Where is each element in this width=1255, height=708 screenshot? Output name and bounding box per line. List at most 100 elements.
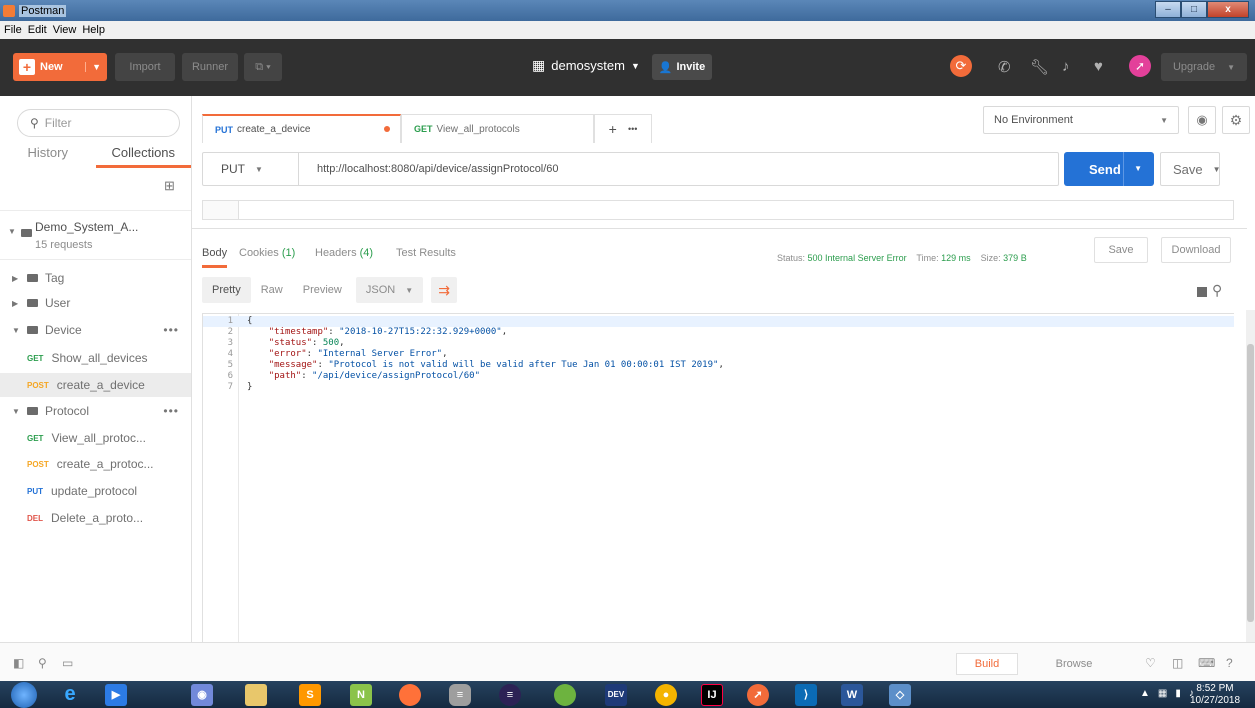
bell-icon[interactable]: ♪ bbox=[1062, 58, 1070, 75]
console-icon[interactable]: ▭ bbox=[62, 656, 73, 670]
new-tab-button[interactable]: + ••• bbox=[594, 114, 652, 143]
tab-view-all-protocols[interactable]: GET View_all_protocols bbox=[401, 114, 594, 143]
sidebar-folder-tag[interactable]: ▶ Tag bbox=[0, 266, 191, 290]
minimize-button[interactable]: – bbox=[1155, 1, 1181, 18]
taskbar-spring-tools[interactable] bbox=[545, 682, 585, 707]
new-window-button[interactable]: ⧉ ▾ bbox=[244, 53, 282, 81]
sidebar-request[interactable]: PUT update_protocol bbox=[0, 479, 191, 503]
taskbar-firefox[interactable] bbox=[390, 682, 430, 707]
start-button[interactable] bbox=[4, 681, 44, 708]
sidebar-folder-device[interactable]: ▼ Device ••• bbox=[0, 318, 191, 342]
new-dropdown-icon[interactable]: ▼ bbox=[85, 62, 101, 72]
menu-file[interactable]: File bbox=[4, 24, 22, 36]
menu-view[interactable]: View bbox=[53, 24, 77, 36]
send-dropdown-icon[interactable]: ▼ bbox=[1123, 152, 1142, 186]
new-collection-icon[interactable]: ⊞ bbox=[164, 178, 175, 194]
view-raw[interactable]: Raw bbox=[251, 277, 293, 303]
browse-button[interactable]: Browse bbox=[1043, 653, 1105, 675]
runner-button[interactable]: Runner bbox=[182, 53, 238, 81]
save-button[interactable]: Save ▼ bbox=[1160, 152, 1221, 186]
response-body[interactable]: 1 { 2 "timestamp": "2018-10-27T15:22:32.… bbox=[202, 313, 1234, 642]
taskbar-intellij[interactable]: IJ bbox=[692, 682, 732, 707]
taskbar-postman[interactable]: ➚ bbox=[738, 682, 778, 707]
taskbar-notepad-plus[interactable]: N bbox=[341, 682, 381, 707]
taskbar-database[interactable]: ≡ bbox=[440, 682, 480, 707]
import-button[interactable]: Import bbox=[115, 53, 175, 81]
view-preview[interactable]: Preview bbox=[293, 277, 352, 303]
taskbar-word[interactable]: W bbox=[832, 682, 872, 707]
eye-icon[interactable]: ◉ bbox=[1188, 106, 1216, 134]
two-pane-icon[interactable]: ◫ bbox=[1172, 656, 1183, 670]
tab-headers[interactable]: Headers (4) bbox=[315, 247, 373, 259]
download-button[interactable]: Download bbox=[1161, 237, 1231, 263]
taskbar-clock[interactable]: 8:52 PM 10/27/2018 bbox=[1187, 683, 1243, 707]
maximize-button[interactable]: □ bbox=[1181, 1, 1207, 18]
more-options-icon[interactable]: ••• bbox=[163, 323, 179, 337]
sidebar-request[interactable]: POST create_a_protoc... bbox=[0, 452, 191, 476]
taskbar-discord[interactable]: ◉ bbox=[182, 682, 222, 707]
copy-icon[interactable] bbox=[1197, 287, 1207, 297]
invite-button[interactable]: 👤 Invite bbox=[652, 54, 712, 80]
send-button[interactable]: Send ▼ bbox=[1064, 152, 1154, 186]
taskbar-sublime[interactable]: S bbox=[290, 682, 330, 707]
format-select[interactable]: JSON ▼ bbox=[355, 277, 424, 303]
sync-icon[interactable]: ⟳ bbox=[950, 55, 972, 77]
save-response-button[interactable]: Save bbox=[1094, 237, 1148, 263]
heart-icon[interactable]: ♥ bbox=[1094, 58, 1103, 75]
satellite-icon[interactable]: ✆ bbox=[998, 58, 1011, 76]
url-input[interactable]: http://localhost:8080/api/device/assignP… bbox=[299, 163, 559, 175]
taskbar-virtualbox[interactable]: ◇ bbox=[880, 682, 920, 707]
taskbar-internet-explorer[interactable]: e bbox=[50, 682, 90, 707]
chevron-down-icon[interactable]: ▼ bbox=[8, 227, 16, 236]
gear-icon[interactable]: ⚙ bbox=[1222, 106, 1250, 134]
taskbar-chrome[interactable]: ● bbox=[646, 682, 686, 707]
collection-demo-system[interactable]: ▼ Demo_System_A... 15 requests bbox=[0, 210, 191, 260]
request-params-area[interactable] bbox=[202, 200, 1234, 220]
sidebar-request[interactable]: GET View_all_protoc... bbox=[0, 426, 191, 450]
sidebar-folder-user[interactable]: ▶ User bbox=[0, 291, 191, 315]
more-options-icon[interactable]: ••• bbox=[163, 404, 179, 418]
help-icon[interactable]: ? bbox=[1226, 656, 1233, 670]
network-icon[interactable]: ▦ bbox=[1158, 688, 1167, 699]
sidebar-folder-protocol[interactable]: ▼ Protocol ••• bbox=[0, 399, 191, 423]
tray-expand-icon[interactable]: ▲ bbox=[1140, 688, 1150, 699]
wrap-lines-icon[interactable]: ⇉ bbox=[431, 277, 458, 303]
save-dropdown-icon[interactable]: ▼ bbox=[1213, 165, 1221, 174]
filter-input[interactable]: ⚲ Filter bbox=[17, 109, 180, 137]
view-pretty[interactable]: Pretty bbox=[202, 277, 251, 303]
tab-cookies[interactable]: Cookies (1) bbox=[239, 247, 295, 259]
find-icon[interactable]: ⚲ bbox=[38, 656, 47, 670]
taskbar-devcpp[interactable]: DEV bbox=[596, 682, 636, 707]
taskbar-eclipse[interactable]: ≡ bbox=[490, 682, 530, 707]
taskbar-file-explorer[interactable] bbox=[236, 682, 276, 707]
battery-icon[interactable]: ▮ bbox=[1175, 688, 1181, 699]
keyboard-shortcuts-icon[interactable]: ⌨ bbox=[1198, 656, 1215, 670]
wrench-icon[interactable]: 🔧︎ bbox=[1030, 58, 1049, 76]
close-button[interactable]: x bbox=[1207, 1, 1249, 18]
tab-history[interactable]: History bbox=[0, 142, 96, 168]
tab-create-a-device[interactable]: PUT create_a_device bbox=[202, 114, 401, 143]
search-icon[interactable]: ⚲ bbox=[1212, 282, 1222, 299]
rocket-icon[interactable]: ➚ bbox=[1129, 55, 1151, 77]
upgrade-button[interactable]: Upgrade ▼ bbox=[1161, 53, 1247, 81]
sidebar-request[interactable]: GET Show_all_devices bbox=[0, 346, 191, 370]
sidebar-request[interactable]: DEL Delete_a_proto... bbox=[0, 506, 191, 530]
bootcamp-icon[interactable]: ♡ bbox=[1145, 656, 1156, 670]
tab-test-results[interactable]: Test Results bbox=[396, 247, 456, 259]
build-button[interactable]: Build bbox=[956, 653, 1018, 675]
environment-select[interactable]: No Environment ▼ bbox=[983, 106, 1179, 134]
plus-icon[interactable]: + bbox=[609, 121, 617, 137]
taskbar-vscode[interactable]: ⟩ bbox=[786, 682, 826, 707]
scrollbar-thumb[interactable] bbox=[1247, 344, 1254, 622]
more-tabs-icon[interactable]: ••• bbox=[628, 124, 637, 134]
tab-collections[interactable]: Collections bbox=[95, 142, 191, 168]
taskbar-media-player[interactable]: ▶ bbox=[96, 682, 136, 707]
menu-help[interactable]: Help bbox=[82, 24, 105, 36]
toggle-sidebar-icon[interactable]: ◧ bbox=[13, 656, 24, 670]
menu-edit[interactable]: Edit bbox=[28, 24, 47, 36]
workspace-selector[interactable]: ▦ demosystem ▼ bbox=[532, 57, 640, 74]
sidebar-request[interactable]: POST create_a_device bbox=[0, 373, 191, 397]
tab-body[interactable]: Body bbox=[202, 247, 228, 268]
new-button[interactable]: + New ▼ bbox=[13, 53, 107, 81]
method-select[interactable]: PUT ▼ bbox=[203, 153, 299, 185]
